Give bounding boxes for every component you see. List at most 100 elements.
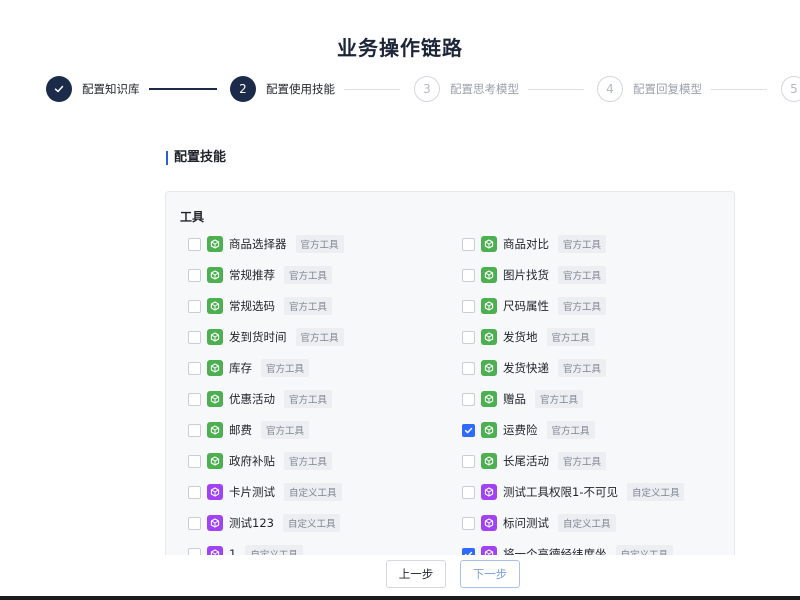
tool-checkbox[interactable] [188,361,201,375]
step-4[interactable]: 4 配置回复模型 [597,75,702,103]
next-step-button[interactable]: 下一步 [460,560,520,588]
tool-checkbox[interactable] [462,361,475,375]
cube-icon [481,236,497,252]
tool-item[interactable]: 尺码属性 官方工具 [462,296,607,316]
tool-name: 商品对比 [503,237,549,251]
tool-checkbox[interactable] [462,330,475,344]
tool-type-badge: 官方工具 [546,421,595,439]
tool-checkbox[interactable] [188,423,201,437]
tool-checkbox[interactable] [462,299,475,313]
cube-icon [207,484,223,500]
tool-checkbox[interactable] [188,516,201,530]
tool-item[interactable]: 标问测试 自定义工具 [462,513,616,533]
page: 业务操作链路 配置知识库 2 配置使用技能 3 配置思考模型 4 配置回复模型 [0,0,800,600]
cube-icon [207,422,223,438]
tool-item[interactable]: 赠品 官方工具 [462,389,584,409]
tool-type-badge: 官方工具 [558,297,607,315]
tool-item[interactable]: 商品选择器 官方工具 [188,234,344,254]
tool-checkbox[interactable] [188,299,201,313]
footer-bar: 上一步 下一步 [0,555,800,600]
step-3-label: 配置思考模型 [450,82,519,96]
tool-item[interactable]: 测试工具权限1-不可见 自定义工具 [462,482,685,502]
cube-icon [207,267,223,283]
step-connector-4 [711,89,767,90]
tool-checkbox[interactable] [462,485,475,499]
step-5[interactable]: 5 [781,75,800,103]
cube-icon [481,422,497,438]
tool-item[interactable]: 卡片测试 自定义工具 [188,482,342,502]
cube-icon [481,267,497,283]
cube-icon [481,453,497,469]
step-3[interactable]: 3 配置思考模型 [414,75,519,103]
tool-name: 图片找货 [503,268,549,282]
tool-checkbox[interactable] [188,330,201,344]
page-title: 业务操作链路 [337,36,463,60]
cube-icon [207,360,223,376]
cube-icon [207,298,223,314]
tool-checkbox[interactable] [188,392,201,406]
prev-step-button[interactable]: 上一步 [386,560,446,588]
tool-checkbox[interactable] [188,237,201,251]
cube-icon [481,329,497,345]
tool-item[interactable]: 发货快递 官方工具 [462,358,607,378]
cube-icon [207,453,223,469]
tool-checkbox[interactable] [462,392,475,406]
tool-type-badge: 官方工具 [558,452,607,470]
tool-item[interactable]: 发到货时间 官方工具 [188,327,344,347]
tool-type-badge: 官方工具 [261,359,310,377]
tool-name: 尺码属性 [503,299,549,313]
tool-type-badge: 官方工具 [295,235,344,253]
tool-checkbox[interactable] [188,454,201,468]
tool-item[interactable]: 发货地 官方工具 [462,327,595,347]
step-connector-2 [344,89,400,90]
step-2[interactable]: 2 配置使用技能 [230,75,335,103]
tool-checkbox[interactable] [462,268,475,282]
tool-checkbox[interactable] [188,268,201,282]
tool-item[interactable]: 测试123 自定义工具 [188,513,341,533]
tool-checkbox[interactable] [462,237,475,251]
stepper: 配置知识库 2 配置使用技能 3 配置思考模型 4 配置回复模型 5 [46,75,800,103]
tool-name: 邮费 [229,423,252,437]
tool-item[interactable]: 政府补贴 官方工具 [188,451,333,471]
tool-item[interactable]: 运费险 官方工具 [462,420,595,440]
tool-name: 测试123 [229,516,274,530]
tool-name: 赠品 [503,392,526,406]
tool-type-badge: 自定义工具 [558,514,616,532]
cube-icon [207,391,223,407]
step-2-label: 配置使用技能 [266,82,335,96]
step-5-number: 5 [781,76,800,102]
tool-item[interactable]: 常规推荐 官方工具 [188,265,333,285]
tool-item[interactable]: 常规选码 官方工具 [188,296,333,316]
tool-name: 优惠活动 [229,392,275,406]
tool-type-badge: 官方工具 [558,235,607,253]
tool-item[interactable]: 库存 官方工具 [188,358,310,378]
tool-name: 商品选择器 [229,237,287,251]
tool-name: 发到货时间 [229,330,287,344]
tool-item[interactable]: 邮费 官方工具 [188,420,310,440]
tool-checkbox[interactable] [188,485,201,499]
tool-name: 发货地 [503,330,538,344]
cube-icon [481,484,497,500]
window-bottom-edge [0,596,800,600]
tool-item[interactable]: 优惠活动 官方工具 [188,389,333,409]
tool-type-badge: 自定义工具 [282,514,341,532]
step-connector-1 [149,88,217,90]
tool-name: 运费险 [503,423,538,437]
step-4-number: 4 [597,76,623,102]
tool-type-badge: 官方工具 [284,297,333,315]
tool-checkbox[interactable] [462,454,475,468]
step-1[interactable]: 配置知识库 [46,75,140,103]
tool-item[interactable]: 图片找货 官方工具 [462,265,607,285]
tool-type-badge: 官方工具 [546,328,595,346]
tool-item[interactable]: 商品对比 官方工具 [462,234,607,254]
tool-type-badge: 官方工具 [558,359,607,377]
tool-type-badge: 自定义工具 [284,483,342,501]
tool-name: 常规选码 [229,299,275,313]
step-3-number: 3 [414,76,440,102]
tool-checkbox[interactable] [462,516,475,530]
step-connector-3 [528,89,584,90]
tool-checkbox[interactable] [462,423,475,437]
cube-icon [481,360,497,376]
tool-name: 常规推荐 [229,268,275,282]
tool-item[interactable]: 长尾活动 官方工具 [462,451,607,471]
